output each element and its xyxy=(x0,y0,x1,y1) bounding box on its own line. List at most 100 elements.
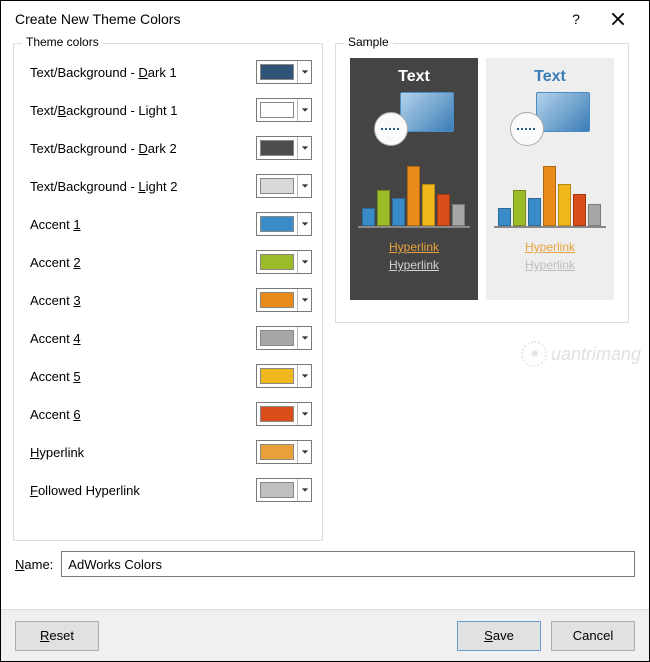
color-swatch xyxy=(260,140,294,156)
sample-preview: Text Hyperlink Hyperlink Text xyxy=(346,52,618,306)
bar xyxy=(437,194,450,226)
name-row: Name: xyxy=(1,541,649,583)
color-picker-button[interactable] xyxy=(256,136,312,160)
color-swatch xyxy=(260,482,294,498)
sample-card-dark: Text Hyperlink Hyperlink xyxy=(350,58,478,300)
color-label: Text/Background - Dark 2 xyxy=(24,141,256,156)
color-label: Text/Background - Dark 1 xyxy=(24,65,256,80)
bar xyxy=(528,198,541,226)
help-button[interactable]: ? xyxy=(555,4,597,34)
circle-icon xyxy=(374,112,408,146)
dialog: Create New Theme Colors ? Theme colors T… xyxy=(0,0,650,662)
cancel-button[interactable]: Cancel xyxy=(551,621,635,651)
chevron-down-icon xyxy=(297,61,311,83)
bar xyxy=(392,198,405,226)
wavy-icon xyxy=(517,128,537,130)
color-label: Accent 1 xyxy=(24,217,256,232)
button-row: Reset Save Cancel xyxy=(1,609,649,661)
color-label: Accent 3 xyxy=(24,293,256,308)
close-icon xyxy=(611,12,625,26)
color-label: Accent 6 xyxy=(24,407,256,422)
color-swatch xyxy=(260,444,294,460)
chevron-down-icon xyxy=(297,175,311,197)
color-row-8: Accent 5 xyxy=(24,358,312,394)
bar xyxy=(452,204,465,226)
sample-shapes-dark xyxy=(374,92,454,150)
name-label: Name: xyxy=(15,557,53,572)
bar-chart-light xyxy=(494,156,606,228)
chevron-down-icon xyxy=(297,251,311,273)
color-row-1: Text/Background - Light 1 xyxy=(24,92,312,128)
sample-links-light: Hyperlink Hyperlink xyxy=(525,238,575,274)
titlebar: Create New Theme Colors ? xyxy=(1,1,649,37)
color-picker-button[interactable] xyxy=(256,174,312,198)
chevron-down-icon xyxy=(297,441,311,463)
color-label: Accent 5 xyxy=(24,369,256,384)
color-label: Followed Hyperlink xyxy=(24,483,256,498)
color-swatch xyxy=(260,368,294,384)
color-label: Accent 2 xyxy=(24,255,256,270)
wavy-icon xyxy=(381,128,401,130)
color-row-4: Accent 1 xyxy=(24,206,312,242)
color-swatch xyxy=(260,102,294,118)
color-label: Hyperlink xyxy=(24,445,256,460)
bar-chart-dark xyxy=(358,156,470,228)
bar xyxy=(498,208,511,226)
chevron-down-icon xyxy=(297,479,311,501)
color-row-5: Accent 2 xyxy=(24,244,312,280)
rect-icon xyxy=(536,92,590,132)
sample-legend: Sample xyxy=(344,35,393,49)
name-input[interactable] xyxy=(61,551,635,577)
color-swatch xyxy=(260,406,294,422)
color-picker-button[interactable] xyxy=(256,98,312,122)
color-swatch xyxy=(260,292,294,308)
bar xyxy=(362,208,375,226)
dialog-title: Create New Theme Colors xyxy=(11,11,555,27)
color-label: Accent 4 xyxy=(24,331,256,346)
bar xyxy=(543,166,556,226)
color-row-9: Accent 6 xyxy=(24,396,312,432)
sample-text-dark: Text xyxy=(398,68,430,86)
reset-button[interactable]: Reset xyxy=(15,621,99,651)
chevron-down-icon xyxy=(297,327,311,349)
bar xyxy=(588,204,601,226)
color-picker-button[interactable] xyxy=(256,440,312,464)
content: Theme colors Text/Background - Dark 1 Tex… xyxy=(1,37,649,541)
color-picker-button[interactable] xyxy=(256,60,312,84)
color-row-7: Accent 4 xyxy=(24,320,312,356)
sample-group: Sample Text Hyperlink Hyperlink Text xyxy=(335,43,629,323)
color-picker-button[interactable] xyxy=(256,212,312,236)
theme-colors-group: Theme colors Text/Background - Dark 1Tex… xyxy=(13,43,323,541)
sample-hyperlink-dark: Hyperlink xyxy=(389,238,439,256)
color-picker-button[interactable] xyxy=(256,326,312,350)
color-picker-button[interactable] xyxy=(256,288,312,312)
sample-followed-dark: Hyperlink xyxy=(389,256,439,274)
bar xyxy=(513,190,526,226)
chevron-down-icon xyxy=(297,365,311,387)
color-row-3: Text/Background - Light 2 xyxy=(24,168,312,204)
color-row-2: Text/Background - Dark 2 xyxy=(24,130,312,166)
color-swatch xyxy=(260,254,294,270)
sample-shapes-light xyxy=(510,92,590,150)
color-label: Text/Background - Light 1 xyxy=(24,103,256,118)
color-picker-button[interactable] xyxy=(256,364,312,388)
bar xyxy=(573,194,586,226)
sample-links-dark: Hyperlink Hyperlink xyxy=(389,238,439,274)
close-button[interactable] xyxy=(597,4,639,34)
chevron-down-icon xyxy=(297,403,311,425)
color-row-11: Followed Hyperlink xyxy=(24,472,312,508)
color-picker-button[interactable] xyxy=(256,250,312,274)
bar xyxy=(377,190,390,226)
save-button[interactable]: Save xyxy=(457,621,541,651)
color-swatch xyxy=(260,178,294,194)
color-picker-button[interactable] xyxy=(256,478,312,502)
theme-colors-legend: Theme colors xyxy=(22,35,103,49)
circle-icon xyxy=(510,112,544,146)
bar xyxy=(422,184,435,226)
color-picker-button[interactable] xyxy=(256,402,312,426)
bar xyxy=(407,166,420,226)
sample-text-light: Text xyxy=(534,68,566,86)
color-row-6: Accent 3 xyxy=(24,282,312,318)
sample-followed-light: Hyperlink xyxy=(525,256,575,274)
color-row-0: Text/Background - Dark 1 xyxy=(24,54,312,90)
